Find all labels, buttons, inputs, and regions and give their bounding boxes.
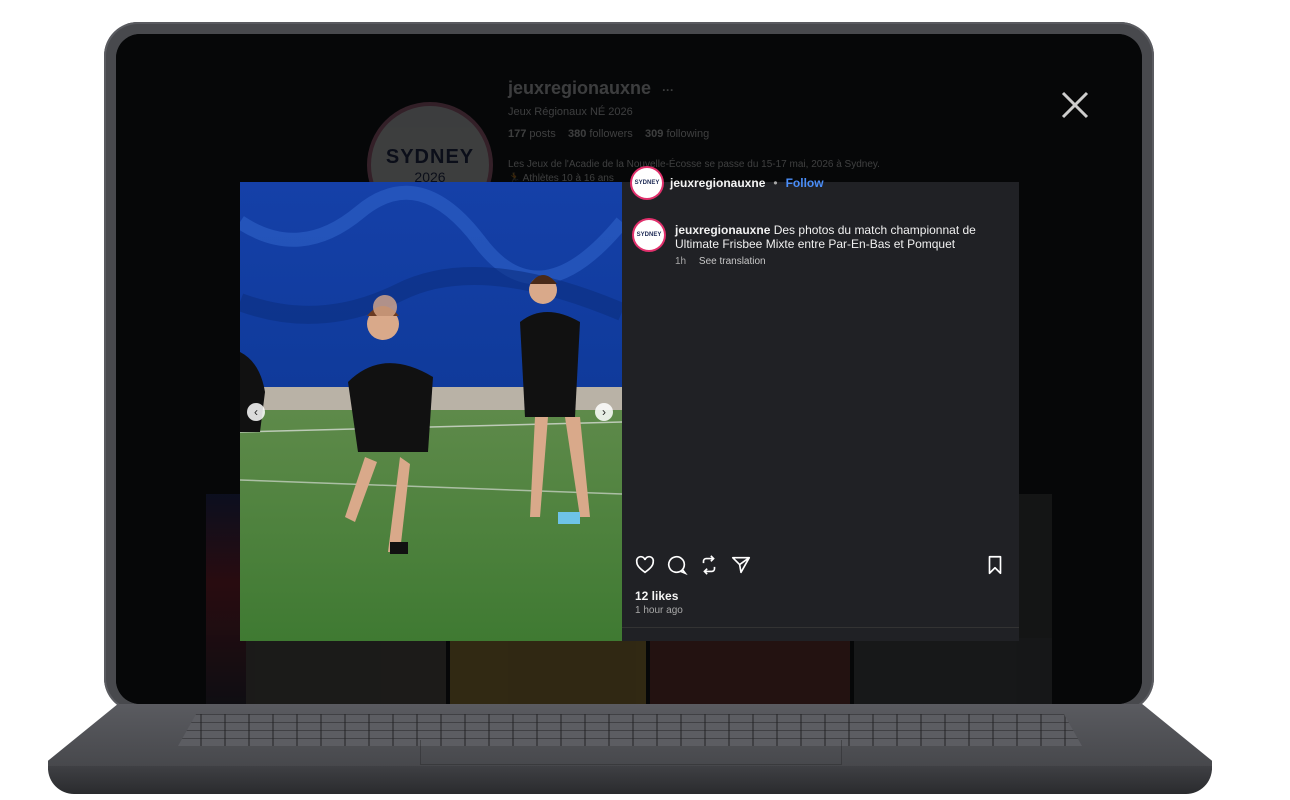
screen: SYDNEY 2026 jeuxregionauxne ··· Jeux Rég… xyxy=(116,34,1142,704)
likes-count[interactable]: 12 likes xyxy=(635,589,678,603)
next-button[interactable]: › xyxy=(595,403,613,421)
save-button[interactable] xyxy=(984,554,1006,576)
more-icon: ··· xyxy=(662,83,675,97)
post-grid-row xyxy=(246,638,1052,704)
chevron-right-icon: › xyxy=(602,405,606,419)
follow-button[interactable]: Follow xyxy=(786,176,824,190)
send-icon xyxy=(731,556,751,574)
bookmark-icon xyxy=(988,555,1002,575)
laptop-lid: SYDNEY 2026 jeuxregionauxne ··· Jeux Rég… xyxy=(104,22,1154,712)
laptop-front-edge xyxy=(48,766,1212,794)
caption-time: 1h xyxy=(675,256,687,267)
posts-count: 177 xyxy=(508,128,527,140)
close-button[interactable] xyxy=(1058,90,1092,124)
post-caption: jeuxregionauxne Des photos du match cham… xyxy=(675,223,1005,251)
header-separator: • xyxy=(773,176,778,190)
laptop-base xyxy=(48,704,1212,796)
caption-avatar[interactable]: SYDNEY xyxy=(634,220,664,250)
send-button[interactable] xyxy=(730,554,752,576)
post-photo[interactable]: ‹ › xyxy=(240,182,622,641)
posted-ago: 1 hour ago xyxy=(635,605,683,616)
followers-count: 380 xyxy=(567,128,587,140)
grid-tile[interactable] xyxy=(246,638,446,704)
see-translation-link[interactable]: See translation xyxy=(699,256,766,267)
post-modal: ‹ › SYDNEY jeuxregionauxne • Follow SYDN… xyxy=(240,168,1019,641)
repost-icon xyxy=(702,555,716,575)
caption-username[interactable]: jeuxregionauxne xyxy=(675,223,770,237)
posts-label: posts xyxy=(529,128,556,140)
avatar-logo-text: SYDNEY xyxy=(385,145,475,168)
post-panel: SYDNEY jeuxregionauxne • Follow SYDNEY j… xyxy=(622,168,1019,641)
grid-tile[interactable] xyxy=(854,638,1052,704)
comment-button[interactable] xyxy=(666,554,688,576)
repost-button[interactable] xyxy=(698,554,720,576)
comment-icon xyxy=(667,555,688,576)
photo-image xyxy=(240,182,622,641)
header-username[interactable]: jeuxregionauxne xyxy=(670,176,765,190)
heart-icon xyxy=(635,555,655,574)
profile-username: jeuxregionauxne ··· xyxy=(508,78,674,99)
header-avatar-text: SYDNEY xyxy=(634,180,660,186)
post-header: SYDNEY jeuxregionauxne • Follow xyxy=(632,168,824,198)
trackpad xyxy=(420,740,842,765)
caption-avatar-text: SYDNEY xyxy=(636,232,662,238)
profile-username-text: jeuxregionauxne xyxy=(508,78,652,98)
prev-button[interactable]: ‹ xyxy=(247,403,265,421)
action-bar xyxy=(634,554,1008,578)
like-button[interactable] xyxy=(634,554,656,576)
profile-bio-line1: Les Jeux de l'Acadie de la Nouvelle-Écos… xyxy=(508,159,880,170)
followers-label: followers xyxy=(589,128,633,140)
close-icon xyxy=(1061,91,1089,119)
caption-meta: 1h See translation xyxy=(675,256,776,267)
header-avatar[interactable]: SYDNEY xyxy=(632,168,662,198)
profile-stats: 177 posts 380 followers 309 following xyxy=(508,128,709,140)
grid-tile[interactable] xyxy=(650,638,850,704)
profile-display-name: Jeux Régionaux NÉ 2026 xyxy=(508,106,633,118)
grid-tile[interactable] xyxy=(450,638,646,704)
following-label: following xyxy=(666,128,710,140)
laptop-bezel: SYDNEY 2026 jeuxregionauxne ··· Jeux Rég… xyxy=(116,34,1142,704)
chevron-left-icon: ‹ xyxy=(254,405,258,419)
divider xyxy=(622,627,1019,628)
following-count: 309 xyxy=(645,128,664,140)
